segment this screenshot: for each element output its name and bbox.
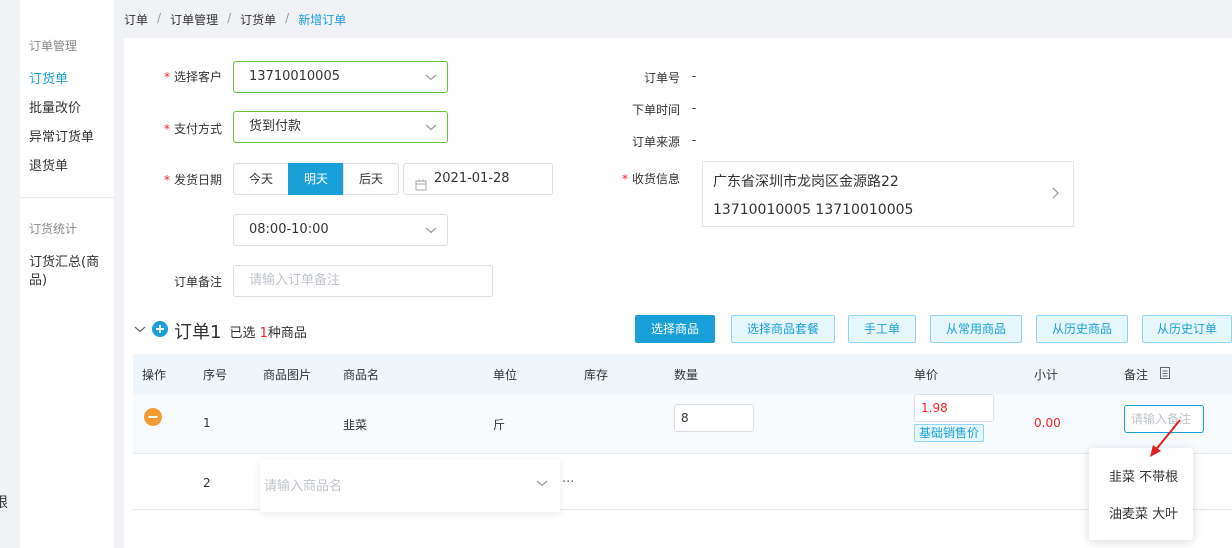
select-goods-button[interactable]: 选择商品 — [635, 315, 715, 343]
breadcrumb-sep: / — [227, 11, 232, 25]
breadcrumb-purchase-order[interactable]: 订货单 — [240, 11, 276, 28]
ship-date-label: * 发货日期 — [163, 173, 222, 187]
remove-row-icon[interactable] — [144, 408, 162, 429]
col-price: 单价 — [914, 368, 939, 382]
edge-strip: 根 — [0, 0, 20, 548]
breadcrumb-sep: / — [157, 11, 162, 25]
sidebar-item-order-summary[interactable]: 订货汇总(商品) — [29, 254, 105, 290]
receiver-info-card[interactable]: 广东省深圳市龙岗区金源路22 13710010005 13710010005 — [702, 161, 1074, 227]
order-time-value: - — [692, 101, 697, 115]
calendar-icon — [415, 173, 427, 191]
customer-label: * 选择客户 — [163, 70, 222, 84]
suggestion-option[interactable]: 韭菜 不带根 — [1109, 466, 1178, 485]
order-number-value: - — [692, 69, 697, 83]
sidebar-group-order-stats: 订货统计 — [29, 222, 78, 236]
sidebar-item-return-order[interactable]: 退货单 — [29, 158, 109, 176]
time-slot-value: 08:00-10:00 — [249, 222, 329, 237]
payment-label: * 支付方式 — [163, 122, 222, 136]
chevron-down-icon — [425, 71, 437, 83]
col-image: 商品图片 — [263, 368, 312, 382]
row-index: 2 — [203, 476, 211, 490]
chevron-down-icon — [425, 121, 437, 133]
breadcrumb-order[interactable]: 订单 — [124, 11, 148, 28]
row-subtotal: 0.00 — [1034, 416, 1061, 430]
more-options-icon[interactable]: ··· — [562, 475, 574, 490]
annotation-arrow — [1150, 419, 1181, 457]
order-header: 订单1 已选 1种商品 — [134, 318, 307, 344]
suggestion-option[interactable]: 油麦菜 大叶 — [1109, 503, 1178, 522]
manual-order-button[interactable]: 手工单 — [848, 315, 916, 343]
chevron-right-icon — [1052, 187, 1060, 203]
sidebar-group-order-management: 订单管理 — [29, 39, 78, 53]
col-unit: 单位 — [493, 368, 518, 382]
order-number-label: 订单号 — [643, 71, 680, 85]
time-slot-select[interactable]: 08:00-10:00 — [233, 214, 448, 246]
row-goods-name: 韭菜 — [343, 418, 368, 432]
row-index: 1 — [203, 416, 211, 430]
sidebar-item-batch-price[interactable]: 批量改价 — [29, 100, 109, 118]
price-input[interactable]: 1.98 — [914, 394, 994, 422]
order-title: 订单1 — [174, 322, 222, 343]
col-qty: 数量 — [674, 368, 699, 382]
ship-date-value: 2021-01-28 — [434, 171, 510, 186]
ship-today-button[interactable]: 今天 — [233, 163, 289, 195]
chevron-down-icon — [536, 477, 548, 493]
order-time-label: 下单时间 — [631, 103, 680, 117]
breadcrumb-sep: / — [285, 11, 290, 25]
table-row: 1 韭菜 斤 8 1.98 基础销售价 0.00 请输入备注 — [133, 394, 1232, 454]
order-note-input[interactable]: 请输入订单备注 — [233, 265, 493, 297]
col-name: 商品名 — [343, 368, 380, 382]
customer-select[interactable]: 13710010005 — [233, 61, 448, 93]
qty-input[interactable]: 8 — [674, 404, 754, 432]
select-goods-package-button[interactable]: 选择商品套餐 — [731, 315, 835, 343]
chevron-down-icon — [425, 224, 437, 236]
col-stock: 库存 — [584, 368, 609, 382]
customer-value: 13710010005 — [249, 69, 340, 84]
sidebar: 订单管理 订货单 批量改价 异常订货单 退货单 订货统计 订货汇总(商品) — [20, 0, 114, 548]
ship-date-picker[interactable]: 2021-01-28 — [403, 163, 553, 195]
add-order-icon[interactable] — [152, 321, 168, 341]
receiver-label: * 收货信息 — [621, 172, 680, 186]
receiver-contact: 13710010005 13710010005 — [713, 202, 914, 218]
order-selected-summary: 已选 1种商品 — [229, 325, 307, 341]
breadcrumb-current: 新增订单 — [298, 13, 347, 27]
ship-day-after-button[interactable]: 后天 — [343, 163, 399, 195]
order-source-value: - — [692, 133, 697, 147]
col-subtotal: 小计 — [1034, 368, 1059, 382]
note-list-icon[interactable] — [1160, 367, 1170, 382]
from-frequent-goods-button[interactable]: 从常用商品 — [930, 315, 1022, 343]
main-panel: * 选择客户 13710010005 * 支付方式 货到付款 * 发货日期 今天 明天… — [124, 38, 1232, 548]
price-tag: 基础销售价 — [914, 424, 985, 442]
receiver-address: 广东省深圳市龙岗区金源路22 — [713, 174, 899, 190]
col-index: 序号 — [203, 368, 228, 382]
order-source-label: 订单来源 — [631, 135, 680, 149]
col-note: 备注 — [1124, 368, 1149, 382]
row-unit: 斤 — [493, 418, 506, 432]
sidebar-item-abnormal-order[interactable]: 异常订货单 — [29, 129, 109, 147]
breadcrumb-order-management[interactable]: 订单管理 — [170, 11, 218, 28]
goods-name-placeholder: 请输入商品名 — [264, 479, 343, 494]
table-header: 操作 序号 商品图片 商品名 单位 库存 数量 单价 小计 备注 — [133, 354, 1232, 394]
goods-name-select[interactable]: 请输入商品名 — [260, 460, 560, 512]
ship-tomorrow-button[interactable]: 明天 — [288, 163, 344, 195]
col-action: 操作 — [142, 368, 167, 382]
sidebar-divider — [20, 197, 114, 198]
from-history-order-button[interactable]: 从历史订单 — [1142, 315, 1232, 343]
payment-select[interactable]: 货到付款 — [233, 111, 448, 143]
collapse-icon[interactable] — [134, 323, 146, 339]
order-note-label: 订单备注 — [173, 275, 222, 289]
edge-char: 根 — [0, 495, 8, 511]
payment-value: 货到付款 — [249, 119, 302, 134]
note-suggestion-popup: 韭菜 不带根 油麦菜 大叶 — [1089, 448, 1193, 540]
from-history-goods-button[interactable]: 从历史商品 — [1036, 315, 1128, 343]
breadcrumb: 订单 / 订单管理 / 订货单 / 新增订单 — [124, 11, 346, 28]
sidebar-item-purchase-order[interactable]: 订货单 — [29, 71, 109, 89]
